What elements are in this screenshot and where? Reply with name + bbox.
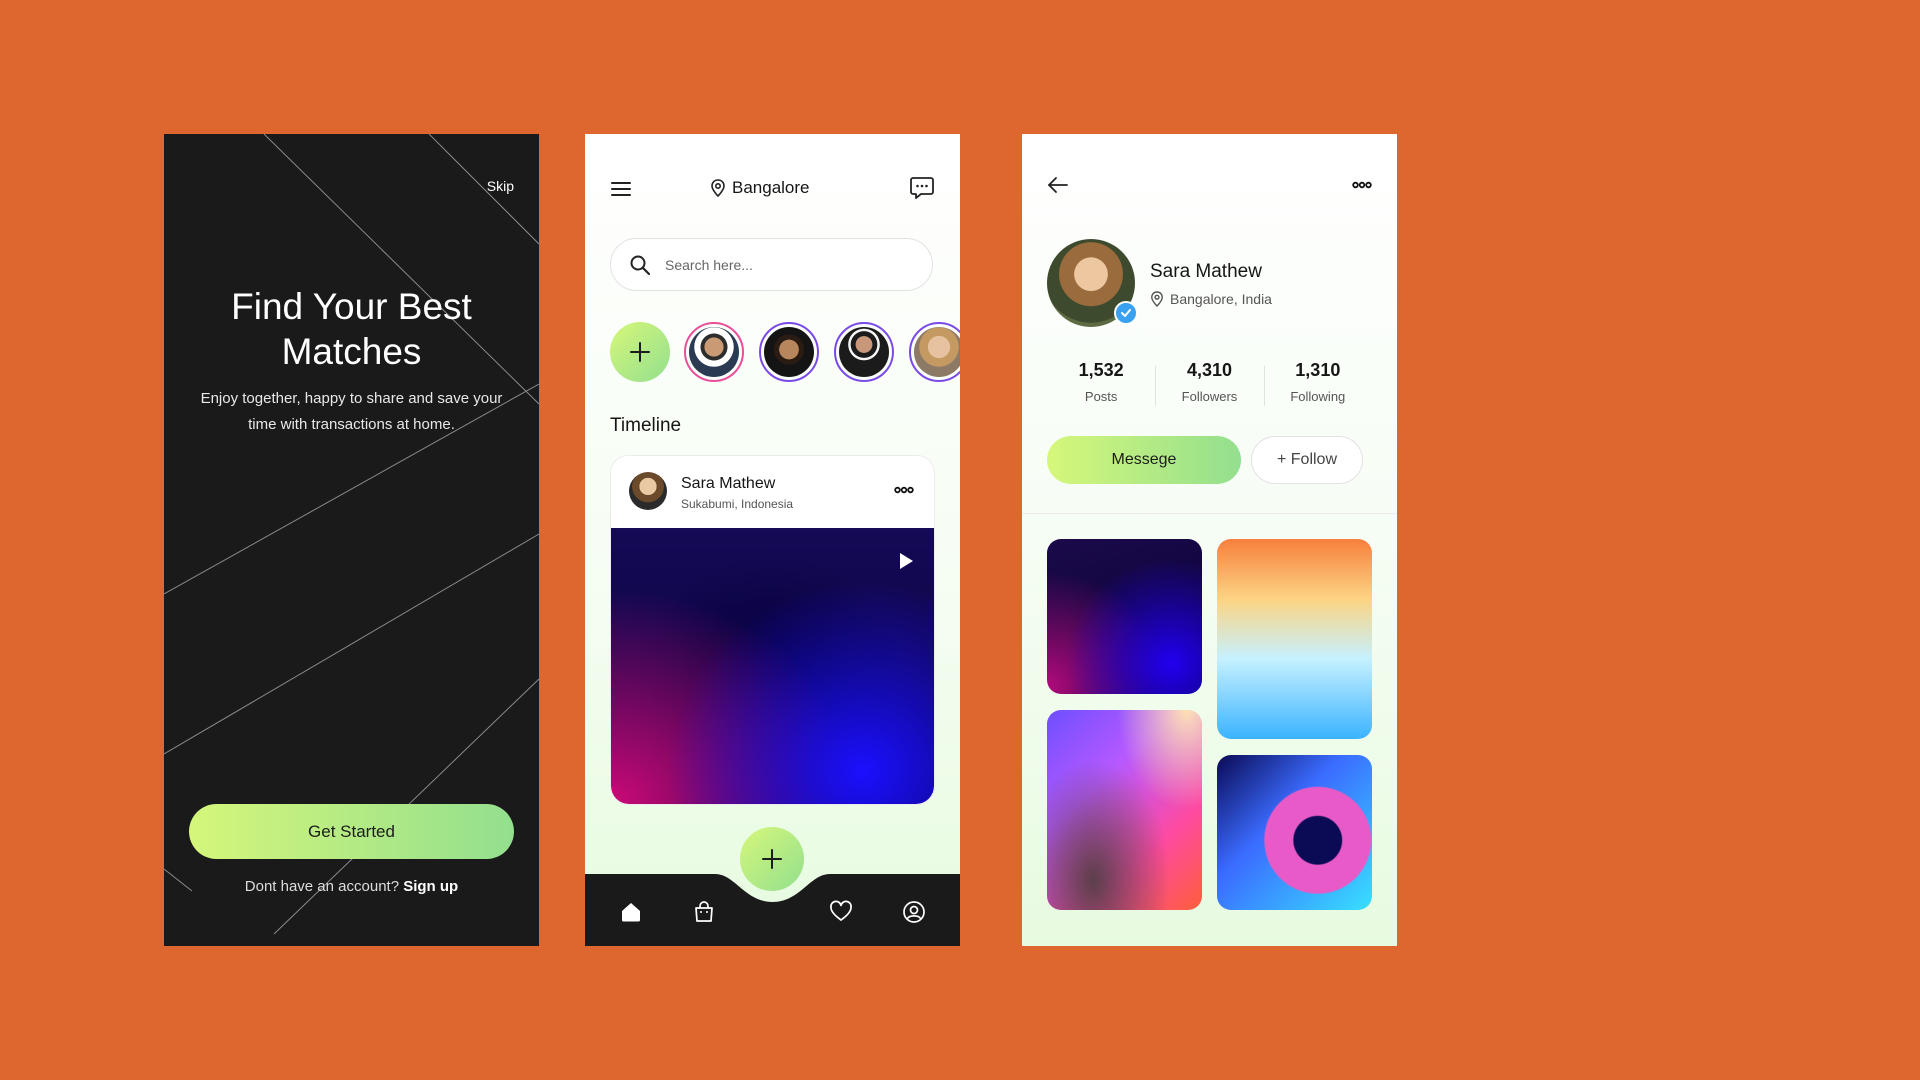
- message-button[interactable]: Messege: [1047, 436, 1241, 484]
- profile-name: Sara Mathew: [1150, 261, 1262, 282]
- skip-link[interactable]: Skip: [487, 178, 514, 194]
- plus-icon: [762, 849, 782, 869]
- play-icon[interactable]: [898, 552, 914, 570]
- stories-row: [610, 322, 960, 386]
- stat-value: 1,532: [1078, 360, 1124, 380]
- plus-icon: [630, 342, 650, 362]
- signup-link[interactable]: Sign up: [403, 878, 458, 895]
- location-pin-icon: [711, 179, 725, 197]
- signup-prompt: Dont have an account?: [244, 878, 400, 895]
- post-header: Sara Mathew Sukabumi, Indonesia: [611, 456, 934, 528]
- profile-location-label: Bangalore, India: [1170, 291, 1272, 307]
- add-story-button[interactable]: [610, 322, 670, 382]
- story-photo: [764, 327, 814, 377]
- home-icon[interactable]: [619, 900, 643, 924]
- timeline-heading: Timeline: [610, 415, 682, 436]
- stat-value: 1,310: [1295, 360, 1341, 380]
- profile-icon[interactable]: [902, 900, 926, 924]
- profile-location: Bangalore, India: [1150, 291, 1272, 307]
- stat-value: 4,310: [1186, 360, 1233, 380]
- search-icon: [630, 255, 651, 275]
- chat-icon[interactable]: [909, 175, 935, 201]
- get-started-button[interactable]: Get Started: [189, 804, 514, 859]
- stat-label: Followers: [1181, 389, 1238, 404]
- more-icon[interactable]: [1352, 181, 1372, 189]
- more-icon[interactable]: [894, 486, 914, 494]
- post-video[interactable]: [611, 528, 934, 804]
- story-photo: [914, 327, 960, 377]
- story-avatar[interactable]: [759, 322, 819, 382]
- stat-label: Following: [1290, 389, 1346, 404]
- gallery-tile[interactable]: [1047, 710, 1202, 910]
- location-pin-icon: [1151, 291, 1163, 307]
- gallery-tile[interactable]: [1217, 539, 1372, 739]
- timeline-post[interactable]: Sara Mathew Sukabumi, Indonesia: [610, 455, 935, 805]
- verified-icon: [1114, 301, 1138, 325]
- onboarding-screen: Skip Find Your Best Matches Enjoy togeth…: [164, 134, 539, 946]
- story-avatar[interactable]: [834, 322, 894, 382]
- home-screen: Bangalore Timeline: [585, 134, 960, 946]
- bag-icon[interactable]: [692, 900, 716, 924]
- stat-label: Posts: [1084, 389, 1118, 404]
- stat-posts[interactable]: 1,532 Posts: [1047, 360, 1155, 412]
- follow-button[interactable]: + Follow: [1251, 436, 1363, 484]
- menu-icon[interactable]: [610, 179, 632, 199]
- gallery-tile[interactable]: [1047, 539, 1202, 694]
- stat-followers[interactable]: 4,310 Followers: [1155, 360, 1263, 412]
- onboarding-subtitle: Enjoy together, happy to share and save …: [200, 390, 503, 433]
- post-author[interactable]: Sara Mathew: [681, 475, 775, 493]
- onboarding-title: Find Your Best Matches: [231, 286, 472, 372]
- avatar[interactable]: [629, 472, 667, 510]
- post-location: Sukabumi, Indonesia: [681, 497, 794, 511]
- story-photo: [839, 327, 889, 377]
- divider: [1022, 513, 1397, 514]
- search-input[interactable]: [663, 255, 897, 274]
- gallery-tile[interactable]: [1217, 755, 1372, 910]
- heart-icon[interactable]: [829, 900, 853, 924]
- location-selector[interactable]: Bangalore: [710, 178, 810, 198]
- profile-stats: 1,532 Posts 4,310 Followers 1,310 Follow…: [1047, 360, 1372, 412]
- story-avatar[interactable]: [909, 322, 960, 382]
- story-photo: [689, 327, 739, 377]
- signup-row: Dont have an account? Sign up: [164, 878, 539, 895]
- profile-screen: Sara Mathew Bangalore, India 1,532 Posts…: [1022, 134, 1397, 946]
- location-label: Bangalore: [732, 178, 810, 197]
- search-bar[interactable]: [610, 238, 933, 291]
- home-header: Bangalore: [610, 174, 935, 204]
- create-post-button[interactable]: [740, 827, 804, 891]
- story-avatar[interactable]: [684, 322, 744, 382]
- stat-following[interactable]: 1,310 Following: [1263, 360, 1372, 412]
- back-arrow-icon[interactable]: [1047, 176, 1069, 194]
